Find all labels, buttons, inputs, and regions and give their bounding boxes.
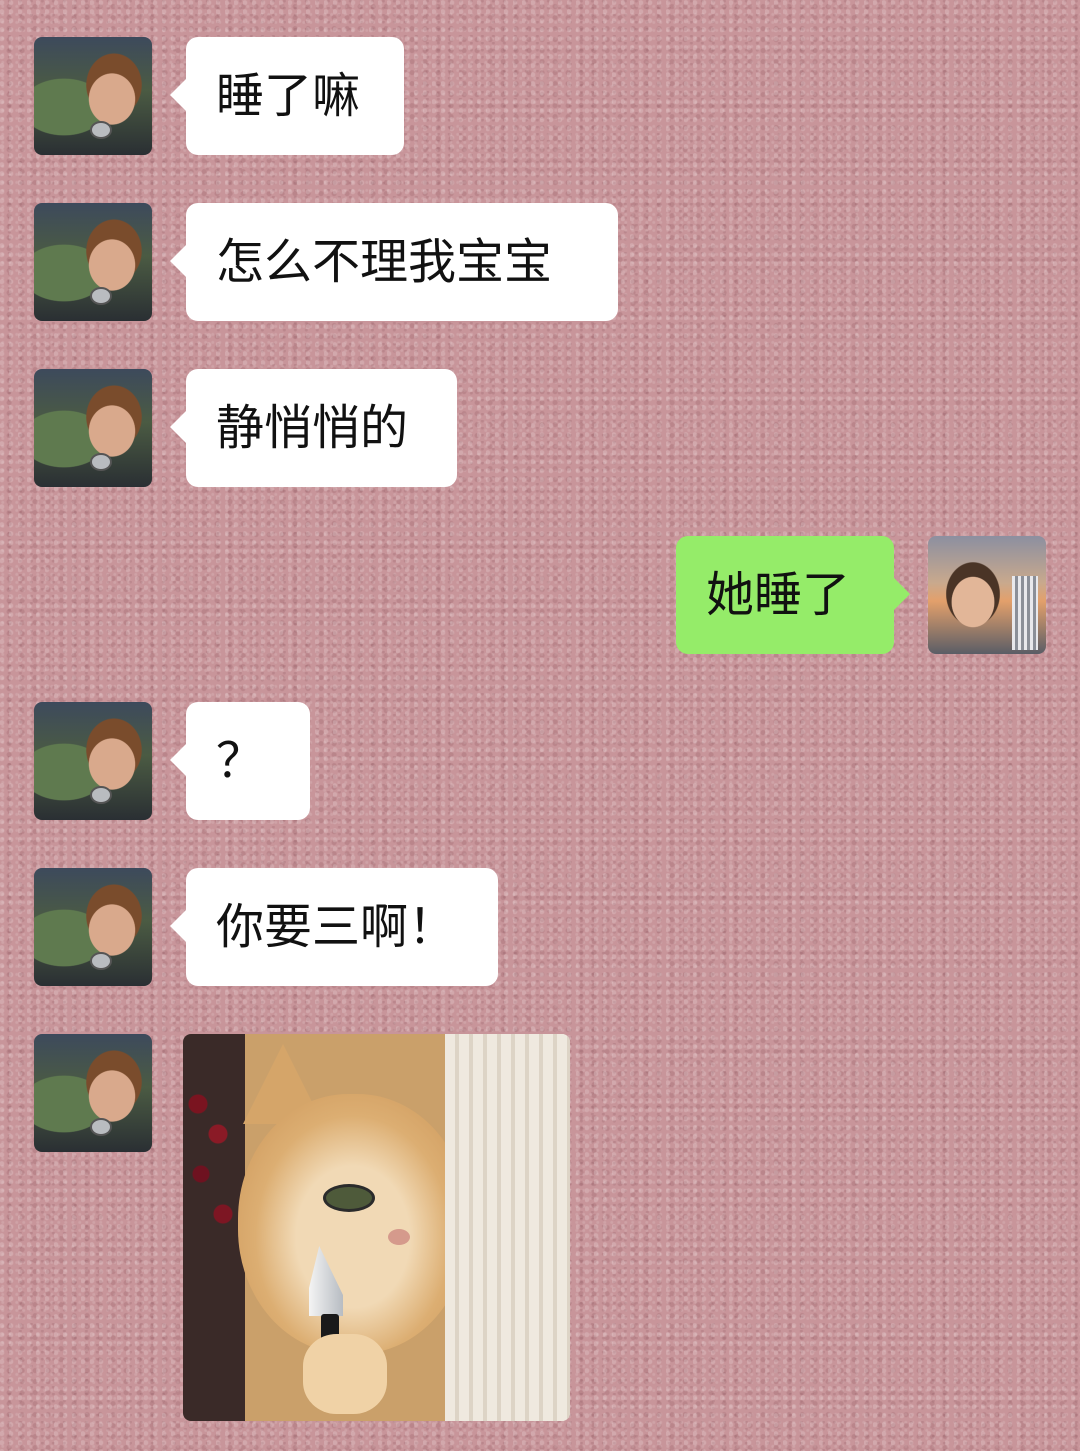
message-text: 怎么不理我宝宝: [216, 234, 553, 290]
message-text: 你要三啊！: [216, 899, 457, 955]
incoming-message-bubble[interactable]: 静悄悄的: [170, 369, 457, 487]
cat-paw: [303, 1334, 387, 1414]
contact-avatar[interactable]: [34, 37, 152, 155]
incoming-message-bubble[interactable]: 怎么不理我宝宝: [170, 203, 618, 321]
berries-decoration: [183, 1084, 243, 1254]
curtain: [445, 1034, 570, 1421]
message-text: ？: [216, 733, 265, 789]
cat-face: [238, 1094, 468, 1354]
message-text: 她睡了: [706, 567, 851, 623]
incoming-message-bubble[interactable]: 睡了嘛: [170, 37, 404, 155]
contact-avatar[interactable]: [34, 1034, 152, 1152]
contact-avatar[interactable]: [34, 203, 152, 321]
contact-avatar[interactable]: [34, 369, 152, 487]
contact-avatar[interactable]: [34, 868, 152, 986]
cat-eye: [323, 1184, 375, 1212]
message-text: 睡了嘛: [216, 68, 361, 124]
incoming-message-bubble[interactable]: 你要三啊！: [170, 868, 498, 986]
my-avatar[interactable]: [928, 536, 1046, 654]
chat-area: 睡了嘛 怎么不理我宝宝 静悄悄的 她睡了 ？ 你要三啊！: [0, 0, 1080, 1451]
incoming-message-bubble[interactable]: ？: [170, 702, 310, 820]
outgoing-message-bubble[interactable]: 她睡了: [676, 536, 910, 654]
cat-holding-knife-sticker[interactable]: [183, 1034, 570, 1421]
contact-avatar[interactable]: [34, 702, 152, 820]
message-text: 静悄悄的: [216, 400, 409, 456]
cat-nose: [388, 1229, 410, 1245]
